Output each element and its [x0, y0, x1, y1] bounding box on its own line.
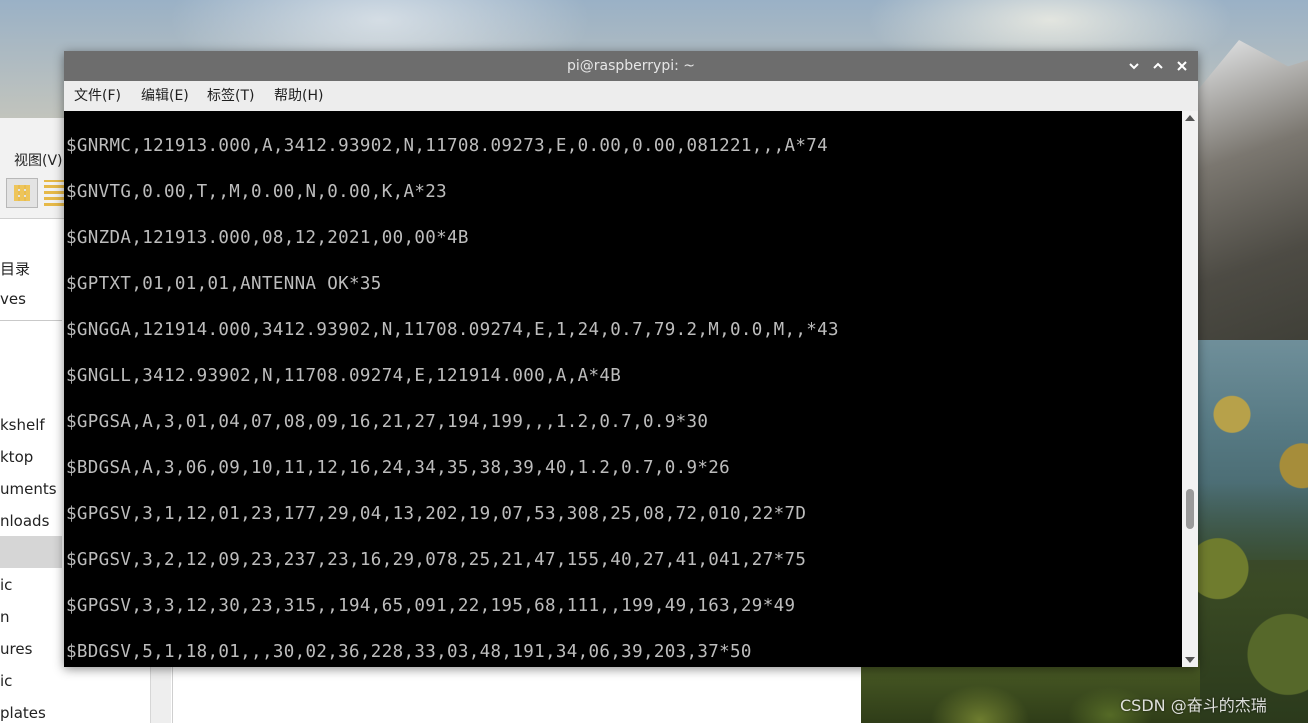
- terminal-line: $GNRMC,121913.000,A,3412.93902,N,11708.0…: [66, 136, 829, 156]
- terminal-line: $GPGSV,3,2,12,09,23,237,23,16,29,078,25,…: [66, 550, 807, 570]
- wallpaper-trees: [1190, 380, 1308, 723]
- sidebar-item-music[interactable]: ic: [0, 576, 12, 594]
- window-title: pi@raspberrypi: ~: [566, 58, 696, 74]
- menu-file[interactable]: 文件(F): [74, 81, 121, 111]
- maximize-icon[interactable]: [1150, 58, 1166, 74]
- sidebar-item-desktop[interactable]: ktop: [0, 448, 33, 466]
- terminal-line: $GNZDA,121913.000,08,12,2021,00,00*4B: [66, 228, 469, 248]
- file-manager-main-pane: [172, 664, 861, 723]
- terminal-line: $BDGSV,5,1,18,01,,,30,02,36,228,33,03,48…: [66, 642, 752, 662]
- terminal-line: $GPGSV,3,1,12,01,23,177,29,04,13,202,19,…: [66, 504, 807, 524]
- sidebar-item-pictures[interactable]: ures: [0, 640, 32, 658]
- terminal-line: $GNVTG,0.00,T,,M,0.00,N,0.00,K,A*23: [66, 182, 448, 202]
- sidebar-divider: [0, 320, 62, 321]
- menu-edit[interactable]: 编辑(E): [141, 81, 189, 111]
- scroll-down-icon[interactable]: [1185, 657, 1195, 663]
- terminal-titlebar[interactable]: pi@raspberrypi: ~: [64, 51, 1198, 81]
- wallpaper-mountain: [1190, 40, 1308, 370]
- scroll-thumb[interactable]: [1186, 489, 1194, 529]
- terminal-line: $GNGLL,3412.93902,N,11708.09274,E,121914…: [66, 366, 622, 386]
- menu-view[interactable]: 视图(V): [14, 150, 63, 170]
- watermark-text: CSDN @奋斗的杰瑞: [1120, 696, 1267, 715]
- minimize-icon[interactable]: [1126, 58, 1142, 74]
- menu-tabs[interactable]: 标签(T): [207, 81, 254, 111]
- scroll-up-icon[interactable]: [1185, 115, 1195, 121]
- terminal-line: $BDGSA,A,3,06,09,10,11,12,16,24,34,35,38…: [66, 458, 731, 478]
- menu-help[interactable]: 帮助(H): [274, 81, 323, 111]
- sidebar-selected-row[interactable]: [0, 536, 62, 568]
- terminal-window: pi@raspberrypi: ~ 文件(F) 编辑(E) 标签(T) 帮助(H…: [64, 51, 1198, 667]
- close-icon[interactable]: [1174, 58, 1190, 74]
- sidebar-item-drives[interactable]: ves: [0, 290, 26, 308]
- grid-view-icon: [14, 185, 30, 201]
- terminal-output[interactable]: $GNRMC,121913.000,A,3412.93902,N,11708.0…: [64, 111, 1182, 667]
- sidebar-item-bookshelf[interactable]: kshelf: [0, 416, 45, 434]
- sidebar-item-downloads[interactable]: nloads: [0, 512, 49, 530]
- icon-view-button[interactable]: [6, 178, 38, 208]
- terminal-line: $GPGSV,3,3,12,30,23,315,,194,65,091,22,1…: [66, 596, 796, 616]
- sidebar-item-public[interactable]: ic: [0, 672, 12, 690]
- terminal-line: $GNGGA,121914.000,3412.93902,N,11708.092…: [66, 320, 839, 340]
- sidebar-item-n[interactable]: n: [0, 608, 10, 626]
- terminal-line: $GPGSA,A,3,01,04,07,08,09,16,21,27,194,1…: [66, 412, 709, 432]
- sidebar-item-directory[interactable]: 目录: [0, 258, 30, 279]
- terminal-scrollbar[interactable]: [1182, 111, 1198, 667]
- terminal-menubar: 文件(F) 编辑(E) 标签(T) 帮助(H): [64, 81, 1198, 112]
- sidebar-item-templates[interactable]: plates: [0, 704, 46, 722]
- list-view-icon[interactable]: [44, 180, 64, 206]
- sidebar-item-documents[interactable]: uments: [0, 480, 57, 498]
- terminal-line: $GPTXT,01,01,01,ANTENNA OK*35: [66, 274, 382, 294]
